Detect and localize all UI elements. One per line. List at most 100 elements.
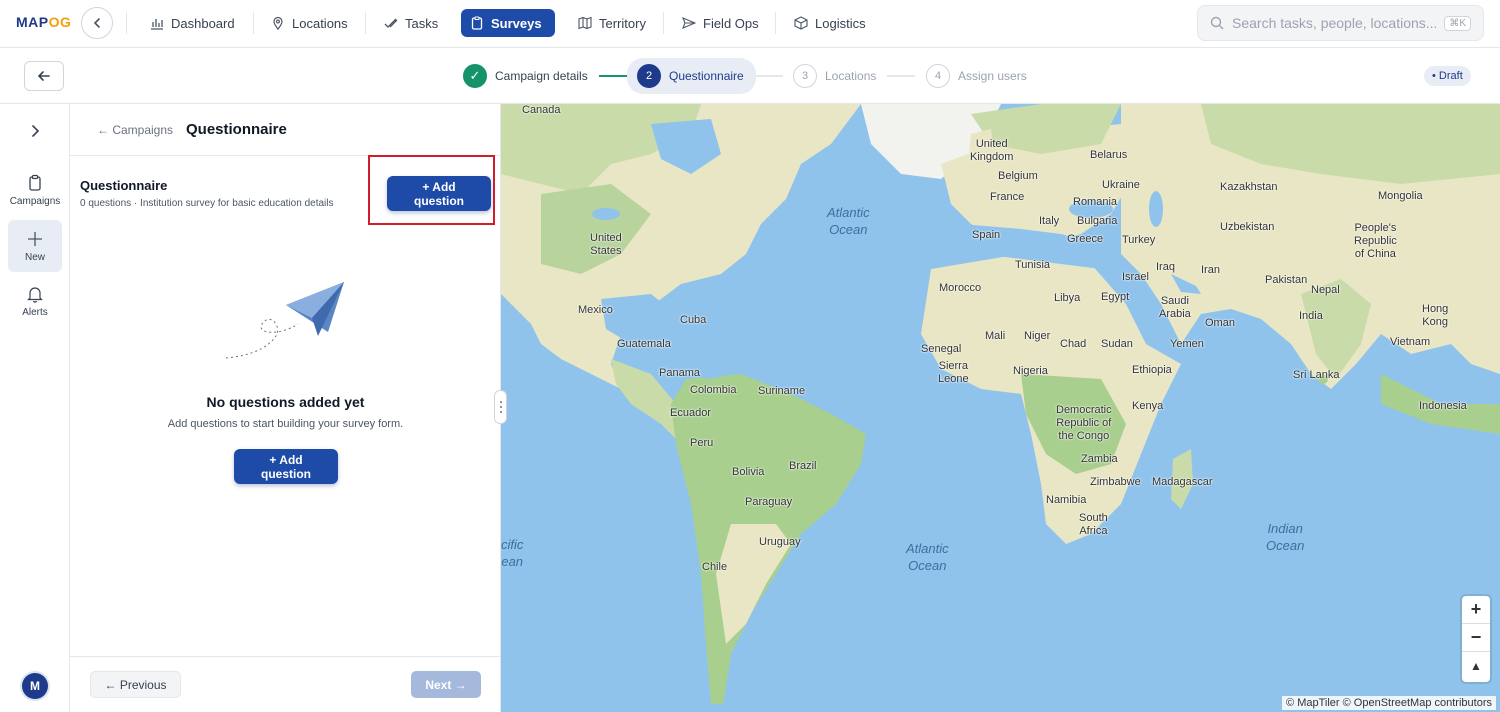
- nav-item-label: Locations: [292, 15, 348, 31]
- map-label: Cuba: [680, 314, 707, 326]
- top-navigation: MAPOG Dashboard Locations Tasks Surveys …: [0, 0, 1500, 48]
- app-logo[interactable]: MAPOG: [16, 14, 71, 30]
- nav-back-button[interactable]: [81, 7, 113, 39]
- nav-divider: [253, 12, 254, 34]
- map-label: Kazakhstan: [1220, 181, 1278, 193]
- nav-item-surveys[interactable]: Surveys: [461, 9, 555, 37]
- logo-text: MAP: [16, 14, 49, 30]
- map-label: Sierra Leone: [938, 360, 969, 385]
- zoom-in-button[interactable]: +: [1462, 596, 1490, 624]
- map-label: Brazil: [789, 460, 817, 472]
- step-label: Assign users: [958, 69, 1027, 83]
- map-label: Canada: [522, 104, 561, 116]
- zoom-out-button[interactable]: −: [1462, 624, 1490, 652]
- map-label: Kenya: [1132, 400, 1164, 412]
- map-label: Israel: [1122, 271, 1149, 283]
- resize-handle[interactable]: [494, 390, 507, 424]
- empty-add-question-button[interactable]: + Add question: [234, 449, 338, 484]
- map-label-ocean: Indian Ocean: [1266, 521, 1305, 553]
- map-label: Sri Lanka: [1293, 369, 1340, 381]
- map-label: Chile: [702, 561, 728, 573]
- map-label: Paraguay: [745, 496, 793, 508]
- map-label: Ethiopia: [1132, 364, 1172, 376]
- map-view[interactable]: Canada United Kingdom Belarus Kazakhstan…: [501, 104, 1500, 712]
- step-campaign-details[interactable]: ✓ Campaign details: [463, 62, 588, 90]
- step-connector: [599, 75, 627, 77]
- map-label: Hong Kong: [1422, 303, 1449, 328]
- global-search[interactable]: ⌘K: [1197, 5, 1484, 41]
- chevron-left-icon: [93, 18, 100, 28]
- map-label: Mali: [985, 330, 1006, 342]
- page-title: Questionnaire: [186, 121, 287, 138]
- map-icon: [578, 16, 592, 30]
- map-label: United States: [590, 232, 622, 257]
- section-subtitle: 0 questions · Institution survey for bas…: [80, 198, 334, 209]
- map-label: Pakistan: [1265, 274, 1308, 286]
- next-button[interactable]: Next →: [411, 671, 481, 698]
- map-label-ocean: Atlantic Ocean: [827, 205, 870, 237]
- map-label: Belgium: [998, 170, 1038, 182]
- panel-footer: ← Previous Next →: [70, 656, 501, 712]
- previous-button[interactable]: ← Previous: [90, 671, 181, 698]
- nav-item-label: Dashboard: [171, 15, 235, 31]
- map-label: Iraq: [1156, 261, 1175, 273]
- map-label: Niger: [1024, 330, 1051, 342]
- map-label: Nigeria: [1013, 365, 1048, 377]
- step-number: 3: [793, 64, 817, 88]
- nav-divider: [775, 12, 776, 34]
- search-input[interactable]: [1232, 15, 1437, 31]
- nav-item-label: Territory: [599, 15, 646, 31]
- chevron-right-icon: [32, 125, 40, 137]
- map-label: People's Republic of China: [1354, 222, 1397, 260]
- nav-item-label: Field Ops: [703, 15, 759, 31]
- map-label: Belarus: [1090, 149, 1128, 161]
- map-attribution[interactable]: © MapTiler © OpenStreetMap contributors: [1282, 696, 1496, 710]
- step-questionnaire[interactable]: 2 Questionnaire: [627, 58, 756, 94]
- add-question-button[interactable]: + Add question: [387, 176, 491, 211]
- map-label: South Africa: [1079, 512, 1108, 537]
- left-rail: Campaigns New Alerts M: [0, 104, 70, 712]
- clipboard-icon: [471, 16, 483, 30]
- step-label: Campaign details: [495, 69, 588, 83]
- empty-state-title: No questions added yet: [206, 394, 365, 410]
- map-label: Uzbekistan: [1220, 221, 1275, 233]
- step-connector: [887, 75, 915, 77]
- step-locations[interactable]: 3 Locations: [793, 62, 876, 90]
- map-label: Iran: [1201, 264, 1220, 276]
- map-label: Greece: [1067, 233, 1104, 245]
- compass-icon[interactable]: ▲: [1462, 652, 1490, 680]
- step-assign-users[interactable]: 4 Assign users: [926, 62, 1027, 90]
- step-number: 4: [926, 64, 950, 88]
- nav-item-field-ops[interactable]: Field Ops: [673, 9, 768, 37]
- plus-icon: [28, 231, 42, 246]
- nav-item-tasks[interactable]: Tasks: [375, 9, 447, 37]
- map-label: Namibia: [1046, 494, 1087, 506]
- section-title: Questionnaire: [80, 178, 168, 193]
- nav-item-logistics[interactable]: Logistics: [785, 9, 875, 37]
- breadcrumb-campaigns-link[interactable]: ← Campaigns: [97, 123, 173, 137]
- rail-expand-button[interactable]: [22, 120, 48, 142]
- rail-item-label: Campaigns: [9, 195, 61, 207]
- map-label: Chad: [1060, 338, 1087, 350]
- rail-item-new[interactable]: New: [8, 220, 62, 272]
- logo-accent-text: OG: [48, 14, 72, 30]
- rail-item-campaigns[interactable]: Campaigns: [8, 164, 62, 216]
- user-avatar[interactable]: M: [22, 673, 48, 699]
- nav-divider: [663, 12, 664, 34]
- nav-divider: [365, 12, 366, 34]
- map-label: Suriname: [758, 385, 806, 397]
- nav-item-dashboard[interactable]: Dashboard: [141, 9, 244, 37]
- map-label: Nepal: [1311, 284, 1340, 296]
- nav-item-territory[interactable]: Territory: [569, 9, 655, 37]
- map-label: Peru: [690, 437, 714, 449]
- step-check-icon: ✓: [463, 64, 487, 88]
- map-label: Panama: [659, 367, 700, 379]
- map-label: Senegal: [921, 343, 962, 355]
- paper-plane-icon: [225, 282, 344, 359]
- map-label: Romania: [1073, 196, 1118, 208]
- map-label: Indonesia: [1419, 400, 1467, 412]
- map-label: Spain: [972, 229, 1001, 241]
- rail-item-alerts[interactable]: Alerts: [8, 275, 62, 327]
- nav-item-locations[interactable]: Locations: [262, 9, 357, 37]
- back-button[interactable]: [24, 61, 64, 91]
